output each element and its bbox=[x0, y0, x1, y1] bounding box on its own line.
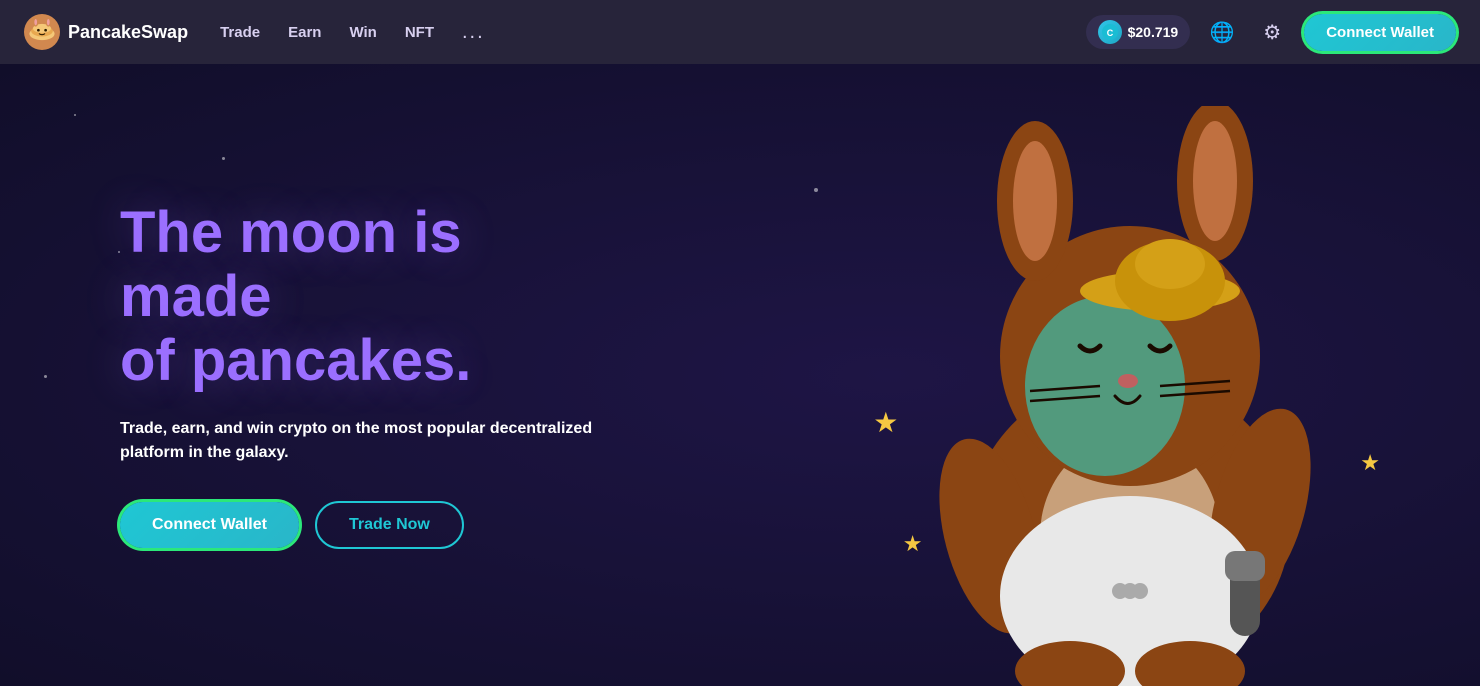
language-button[interactable]: 🌐 bbox=[1204, 14, 1240, 50]
hero-mascot bbox=[780, 64, 1480, 686]
globe-icon: 🌐 bbox=[1210, 20, 1235, 45]
settings-button[interactable]: ⚙ bbox=[1254, 14, 1290, 50]
cake-icon: C bbox=[1098, 20, 1122, 44]
hero-title: The moon is made of pancakes. bbox=[120, 201, 620, 392]
nav-more[interactable]: ... bbox=[462, 21, 485, 44]
nav-trade[interactable]: Trade bbox=[220, 24, 260, 41]
cake-price: $20.719 bbox=[1128, 24, 1179, 40]
svg-text:C: C bbox=[1106, 28, 1113, 38]
brand-name: PancakeSwap bbox=[68, 22, 188, 43]
nav-items: Trade Earn Win NFT ... bbox=[220, 21, 1086, 44]
nav-nft[interactable]: NFT bbox=[405, 24, 434, 41]
hero-buttons: Connect Wallet Trade Now bbox=[120, 501, 620, 549]
cake-price-badge: C $20.719 bbox=[1086, 15, 1191, 49]
trade-now-button[interactable]: Trade Now bbox=[315, 501, 464, 549]
hero-title-line2: of pancakes. bbox=[120, 328, 471, 393]
hero-subtitle: Trade, earn, and win crypto on the most … bbox=[120, 417, 600, 465]
gear-icon: ⚙ bbox=[1263, 20, 1281, 45]
pancakeswap-logo bbox=[24, 14, 60, 50]
hero-title-line1: The moon is made bbox=[120, 200, 462, 329]
hero-content: The moon is made of pancakes. Trade, ear… bbox=[0, 201, 620, 548]
nav-win[interactable]: Win bbox=[349, 24, 376, 41]
connect-wallet-nav-button[interactable]: Connect Wallet bbox=[1304, 14, 1456, 51]
hero-section: ★ ★ ★ ★ The moon is made of pancakes. Tr… bbox=[0, 64, 1480, 686]
connect-wallet-hero-button[interactable]: Connect Wallet bbox=[120, 502, 299, 548]
nav-earn[interactable]: Earn bbox=[288, 24, 321, 41]
navbar-right: C $20.719 🌐 ⚙ Connect Wallet bbox=[1086, 14, 1456, 51]
bunny-illustration bbox=[860, 106, 1400, 686]
navbar: PancakeSwap Trade Earn Win NFT ... C $20… bbox=[0, 0, 1480, 64]
brand[interactable]: PancakeSwap bbox=[24, 14, 188, 50]
